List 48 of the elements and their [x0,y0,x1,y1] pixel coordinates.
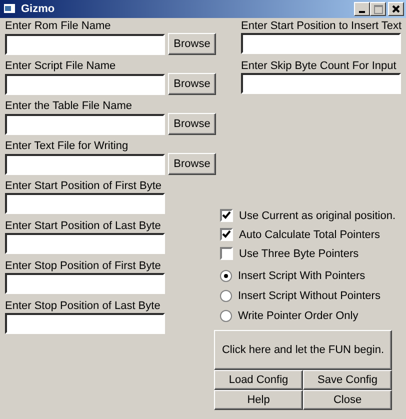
checkbox[interactable] [220,247,233,260]
field-label: Enter Rom File Name [5,19,112,33]
field-label: Enter Stop Position of First Byte [5,259,162,273]
input-field[interactable] [5,154,165,174]
input-field[interactable] [5,193,165,214]
action-button[interactable]: Help [214,390,303,410]
checkbox-label: Use Three Byte Pointers [239,248,359,260]
radio-label: Insert Script Without Pointers [238,290,380,302]
maximize-icon [374,4,382,14]
input-field[interactable] [5,114,165,134]
input-field[interactable] [241,73,401,94]
close-icon [392,5,400,13]
maximize-button[interactable] [370,2,386,16]
browse-button[interactable]: Browse [168,153,216,175]
close-button[interactable] [388,2,404,16]
window-title: Gizmo [21,3,56,15]
field-label: Enter Script File Name [5,59,117,73]
action-button[interactable]: Close [303,390,392,410]
browse-button[interactable]: Browse [168,73,216,95]
field-label: Enter the Table File Name [5,99,133,113]
input-field[interactable] [5,273,165,294]
field-label: Enter Stop Position of Last Byte [5,299,162,313]
radio-label: Insert Script With Pointers [238,270,366,282]
radio-button[interactable] [220,270,232,282]
field-label: Enter Skip Byte Count For Input [241,59,398,73]
checkbox[interactable] [220,228,233,241]
checkbox-label: Auto Calculate Total Pointers [239,228,380,240]
radio-label: Write Pointer Order Only [238,310,358,322]
input-field[interactable] [5,233,165,254]
browse-button[interactable]: Browse [168,33,216,55]
checkbox[interactable] [220,209,233,222]
field-label: Enter Start Position of First Byte [5,179,163,193]
run-button[interactable]: Click here and let the FUN begin. [214,330,392,370]
input-field[interactable] [241,33,401,54]
window-icon [3,3,17,15]
action-button[interactable]: Save Config [303,370,392,390]
field-label: Enter Start Position of Last Byte [5,219,162,233]
minimize-button[interactable] [354,2,370,16]
input-field[interactable] [5,34,165,54]
action-button[interactable]: Load Config [214,370,303,390]
field-label: Enter Text File for Writing [5,139,130,153]
radio-button[interactable] [220,290,232,302]
input-field[interactable] [5,74,165,94]
radio-button[interactable] [220,310,232,322]
field-label: Enter Start Position to Insert Text [241,19,400,33]
browse-button[interactable]: Browse [168,113,216,135]
input-field[interactable] [5,313,165,334]
checkbox-label: Use Current as original position. [239,210,396,222]
